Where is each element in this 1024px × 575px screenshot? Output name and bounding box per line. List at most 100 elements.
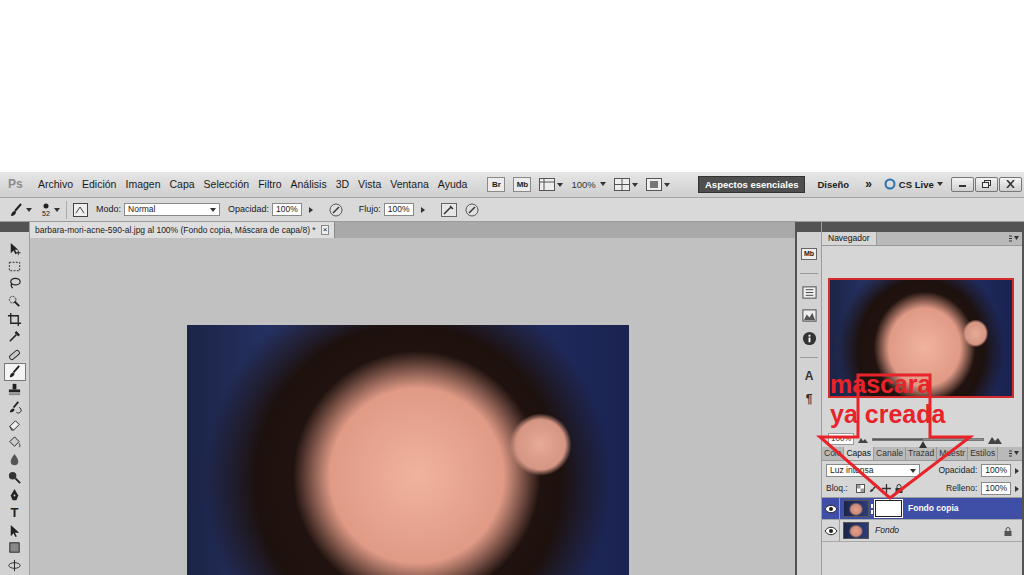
panel-menu-button[interactable] bbox=[1009, 447, 1022, 460]
panel-tab[interactable]: Colo bbox=[822, 447, 844, 460]
tool-button[interactable] bbox=[4, 328, 26, 346]
bridge-button[interactable]: Br bbox=[487, 177, 505, 192]
visibility-toggle[interactable] bbox=[822, 520, 840, 542]
menu-item[interactable]: Vista bbox=[358, 178, 381, 191]
layer-row[interactable]: Fondo copia bbox=[822, 498, 1022, 520]
close-window-button[interactable] bbox=[999, 177, 1022, 192]
paragraph-panel-button[interactable]: ¶ bbox=[799, 389, 819, 409]
tool-button[interactable] bbox=[4, 434, 26, 452]
visibility-toggle[interactable] bbox=[822, 498, 840, 520]
menu-item[interactable]: Capa bbox=[170, 178, 195, 191]
brush-preset-picker[interactable]: 52 bbox=[42, 202, 50, 217]
tool-button[interactable] bbox=[4, 310, 26, 328]
canvas[interactable] bbox=[30, 238, 795, 575]
blend-mode-value: Luz intensa bbox=[830, 465, 873, 475]
arrange-button[interactable] bbox=[614, 178, 638, 191]
close-document-button[interactable]: × bbox=[321, 225, 330, 235]
info-panel-button[interactable] bbox=[799, 328, 819, 348]
dodge-icon bbox=[7, 470, 22, 485]
tool-button[interactable]: T bbox=[4, 504, 26, 522]
tool-button[interactable] bbox=[4, 469, 26, 487]
menu-item[interactable]: Selección bbox=[204, 178, 250, 191]
menu-item[interactable]: Ventana bbox=[390, 178, 429, 191]
mode-select[interactable]: Normal bbox=[124, 203, 220, 216]
panel-menu-button[interactable] bbox=[1009, 232, 1022, 245]
character-panel-button[interactable]: A bbox=[799, 366, 819, 386]
view-extras-button[interactable] bbox=[539, 178, 563, 191]
layer-opacity-field[interactable]: 100% bbox=[981, 464, 1011, 477]
menu-item[interactable]: Archivo bbox=[38, 178, 73, 191]
document-tab[interactable]: barbara-mori-acne-590-al.jpg al 100% (Fo… bbox=[30, 222, 335, 238]
zoom-slider-thumb[interactable] bbox=[919, 441, 927, 448]
brush-icon bbox=[7, 364, 22, 379]
menu-item[interactable]: Imagen bbox=[125, 178, 160, 191]
tool-button[interactable] bbox=[4, 398, 26, 416]
zoom-slider[interactable] bbox=[872, 438, 984, 441]
opacity-field[interactable]: 100% bbox=[272, 203, 302, 216]
workspace-button[interactable]: Diseño bbox=[811, 176, 855, 193]
mini-bridge-button[interactable]: Mb bbox=[513, 177, 531, 192]
layer-mask-thumbnail[interactable] bbox=[875, 500, 902, 517]
tablet-opacity-button[interactable] bbox=[329, 203, 343, 217]
lock-transparency-icon[interactable] bbox=[856, 484, 865, 493]
navigator-tab[interactable]: Navegador bbox=[822, 232, 877, 245]
tool-button[interactable] bbox=[4, 275, 26, 293]
tool-button[interactable] bbox=[4, 539, 26, 557]
info-icon bbox=[802, 331, 817, 346]
tool-button[interactable] bbox=[4, 486, 26, 504]
restore-button[interactable] bbox=[975, 177, 998, 192]
panel-tab[interactable]: Estilos bbox=[968, 447, 998, 460]
cs-live-icon bbox=[884, 178, 896, 190]
brush-panel-button[interactable] bbox=[73, 203, 88, 217]
lock-pixels-icon[interactable] bbox=[869, 484, 878, 493]
layer-row[interactable]: Fondo bbox=[822, 520, 1022, 542]
panel-tab[interactable]: Canale bbox=[874, 447, 906, 460]
flow-field[interactable]: 100% bbox=[384, 203, 414, 216]
healing-icon bbox=[7, 347, 22, 362]
workspace-button[interactable]: Aspectos esenciales bbox=[698, 176, 805, 193]
layer-name: Fondo copia bbox=[908, 503, 959, 513]
tool-preset-picker[interactable] bbox=[8, 202, 32, 218]
mode-label: Modo: bbox=[96, 204, 121, 215]
mini-bridge-panel-button[interactable]: Mb bbox=[799, 244, 819, 264]
more-workspaces[interactable]: » bbox=[865, 177, 872, 191]
panel-tab[interactable]: Trazad bbox=[906, 447, 937, 460]
tool-button[interactable] bbox=[4, 451, 26, 469]
airbrush-button[interactable] bbox=[441, 203, 457, 217]
tool-button[interactable] bbox=[4, 346, 26, 364]
minimize-button[interactable] bbox=[951, 177, 974, 192]
lock-position-icon[interactable] bbox=[882, 484, 891, 493]
tool-button[interactable] bbox=[4, 416, 26, 434]
screen-mode-button[interactable] bbox=[646, 178, 670, 191]
lock-icon bbox=[1004, 527, 1012, 536]
navigator-zoom-field[interactable]: 100% bbox=[828, 433, 854, 445]
eyedropper-icon bbox=[7, 329, 22, 344]
fill-field[interactable]: 100% bbox=[981, 482, 1011, 495]
menu-item[interactable]: 3D bbox=[336, 178, 349, 191]
tool-button[interactable] bbox=[4, 381, 26, 399]
brush-icon bbox=[8, 202, 24, 218]
panel-tab[interactable]: Muestr bbox=[937, 447, 968, 460]
blend-mode-select[interactable]: Luz intensa bbox=[826, 464, 920, 477]
lock-label: Bloq.: bbox=[826, 483, 848, 493]
histogram-panel-button[interactable] bbox=[799, 305, 819, 325]
history-panel-button[interactable] bbox=[799, 282, 819, 302]
menu-item[interactable]: Edición bbox=[82, 178, 116, 191]
tool-button[interactable] bbox=[4, 240, 26, 258]
tablet-size-button[interactable] bbox=[465, 203, 479, 217]
tool-button[interactable] bbox=[4, 522, 26, 540]
lock-all-icon[interactable] bbox=[895, 484, 903, 493]
cs-live-label: CS Live bbox=[899, 179, 934, 190]
zoom-menu[interactable]: 100% bbox=[571, 179, 605, 190]
tool-button[interactable] bbox=[4, 258, 26, 276]
cs-live-button[interactable]: CS Live bbox=[884, 178, 943, 190]
tool-button[interactable] bbox=[4, 557, 26, 575]
zoom-value: 100% bbox=[571, 179, 595, 190]
tool-button[interactable] bbox=[4, 293, 26, 311]
menu-item[interactable]: Ayuda bbox=[438, 178, 468, 191]
tool-button[interactable] bbox=[4, 363, 26, 381]
panel-tab[interactable]: Capas bbox=[844, 447, 874, 460]
pen-icon bbox=[7, 488, 22, 503]
menu-item[interactable]: Análisis bbox=[290, 178, 326, 191]
menu-item[interactable]: Filtro bbox=[258, 178, 281, 191]
